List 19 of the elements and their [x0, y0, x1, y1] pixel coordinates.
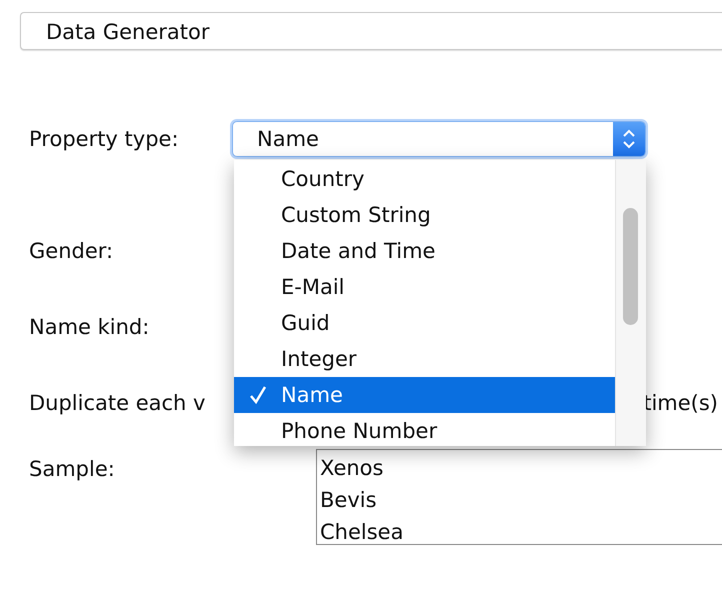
menu-item[interactable]: E-Mail: [234, 269, 615, 305]
title-field: Data Generator: [20, 12, 722, 50]
field-label: Sample:: [29, 457, 116, 481]
sample-value: Bevis: [320, 487, 378, 514]
menu-item[interactable]: Phone Number: [234, 413, 615, 449]
sample-value: Xenos: [320, 455, 384, 482]
field-label: Duplicate each v: [29, 391, 206, 415]
unit-label: time(s): [643, 391, 718, 415]
sample-value: Chelsea: [320, 519, 404, 544]
field-label: Gender:: [29, 239, 114, 263]
menu-item[interactable]: Date and Time: [234, 233, 615, 269]
menu-item[interactable]: Guid: [234, 305, 615, 341]
field-label: Name kind:: [29, 315, 150, 339]
menu-item[interactable]: Name: [234, 377, 615, 413]
field-label: Property type:: [29, 127, 180, 151]
property-type-dropdown[interactable]: Name: [232, 121, 646, 157]
menu-item[interactable]: Integer: [234, 341, 615, 377]
menu-item[interactable]: Custom String: [234, 197, 615, 233]
menu-item[interactable]: Country: [234, 161, 615, 197]
